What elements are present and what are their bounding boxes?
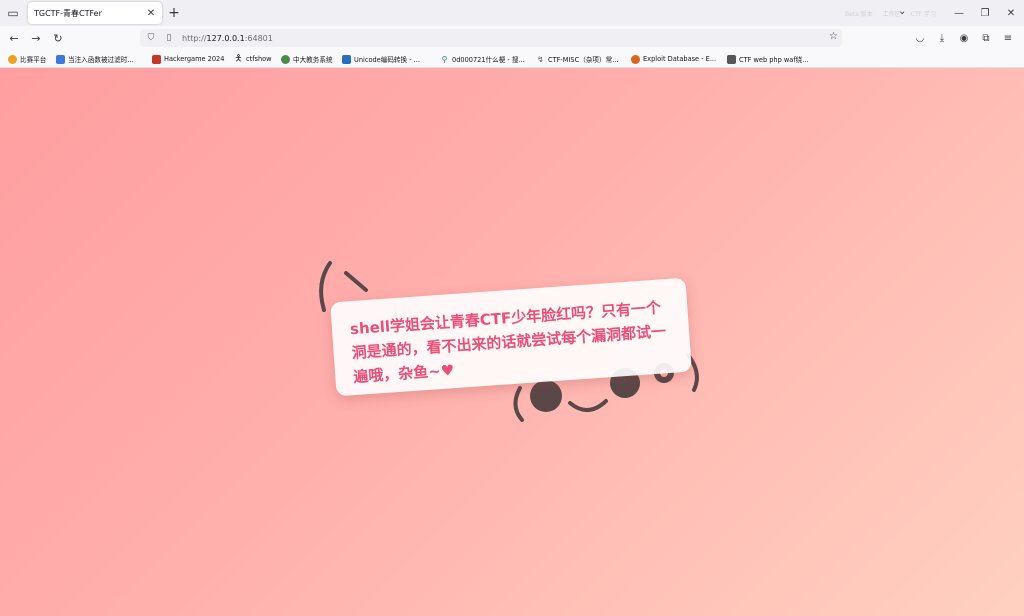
close-tab-icon[interactable]: ✕ [144, 6, 158, 20]
url-port: :64801 [244, 33, 273, 43]
faint-label-3: CTF 学习 [910, 10, 936, 18]
bookmark-label: ctfshow [246, 55, 272, 63]
bookmark-item[interactable]: 🯅 ctfshow [234, 53, 272, 65]
tab-strip: ▭ TGCTF-青春CTFer ✕ + ⌄ Beta 版本 工作区 CTF 学习… [0, 0, 1024, 26]
csdn-icon: ↯ [537, 54, 544, 64]
blue-square-icon [56, 54, 65, 64]
list-all-tabs-icon[interactable]: ▭ [4, 4, 22, 22]
forward-icon[interactable]: → [28, 30, 44, 46]
page-content: shell学姐会让青春CTF少年脸红吗？只有一个洞是通的，看不出来的话就尝试每个… [0, 68, 1024, 616]
bookmark-label: CTF web php waf绕... [739, 56, 809, 64]
bookmark-item[interactable]: Unicode编码转换 - ... [342, 53, 420, 65]
restore-icon[interactable]: ❐ [972, 0, 998, 26]
bookmark-label: CTF-MISC（杂项）常... [548, 56, 619, 64]
faint-label-1: Beta 版本 [845, 10, 873, 18]
url-host: 127.0.0.1 [206, 33, 245, 43]
tab-title: TGCTF-青春CTFer [34, 8, 102, 18]
bookmark-item[interactable]: ⚲ 0d000721什么梗 - 搜... [440, 53, 525, 65]
window-controls: Beta 版本 工作区 CTF 学习 — ❐ ✕ [845, 0, 1024, 26]
new-tab-button[interactable]: + [166, 5, 182, 21]
extensions-icon[interactable]: ⧉ [978, 30, 994, 46]
close-window-icon[interactable]: ✕ [998, 0, 1024, 26]
reload-icon[interactable]: ↻ [50, 30, 66, 46]
bookmark-item[interactable]: Exploit Database - E... [631, 53, 716, 65]
url-prefix: http:// [182, 33, 207, 43]
bookmark-item[interactable]: ↯ CTF-MISC（杂项）常... [536, 53, 618, 65]
bookmark-label: Hackergame 2024 [164, 55, 225, 63]
bookmark-label: Unicode编码转换 - ... [354, 56, 420, 64]
faint-label-2: 工作区 [882, 10, 901, 18]
runner-icon: 🯅 [234, 53, 243, 64]
minimize-icon[interactable]: — [946, 0, 972, 26]
bookmark-label: 中大教务系统 [293, 56, 333, 64]
bookmarks-bar: 比赛平台 当注入函数被过滤时... Hackergame 2024 🯅 ctfsh… [0, 50, 1024, 68]
cnblogs-icon [727, 54, 736, 64]
url-bar[interactable]: ⛉ ▯ http://127.0.0.1:64801 ☆ [140, 29, 842, 47]
bookmark-star-icon[interactable]: ☆ [829, 31, 838, 42]
bookmark-item[interactable]: 当注入函数被过滤时... [56, 53, 134, 65]
pocket-icon[interactable]: ◡ [912, 30, 928, 46]
download-icon[interactable]: ⤓ [934, 30, 950, 46]
page-icon[interactable]: ▯ [162, 31, 176, 45]
bookmark-label: 比赛平台 [20, 56, 47, 64]
shield-icon[interactable]: ⛉ [144, 31, 158, 45]
bookmark-item[interactable]: Hackergame 2024 [152, 53, 224, 65]
exploit-db-icon [631, 54, 640, 64]
message-text: shell学姐会让青春CTF少年脸红吗？只有一个洞是通的，看不出来的话就尝试每个… [349, 298, 667, 387]
bookmark-item[interactable]: 中大教务系统 [281, 53, 333, 65]
bookmark-item[interactable]: CTF web php waf绕... [727, 53, 809, 65]
account-icon[interactable]: ◉ [956, 30, 972, 46]
bookmark-label: 当注入函数被过滤时... [68, 56, 134, 64]
bookmark-label: 0d000721什么梗 - 搜... [452, 56, 525, 64]
hackergame-icon [152, 54, 161, 64]
search-icon: ⚲ [441, 54, 448, 64]
url-text[interactable]: http://127.0.0.1:64801 [182, 34, 273, 43]
toolbar-right: ◡ ⤓ ◉ ⧉ ≡ [912, 30, 1016, 46]
menu-icon[interactable]: ≡ [1000, 30, 1016, 46]
green-circle-icon [281, 54, 290, 64]
tab-active[interactable]: TGCTF-青春CTFer ✕ [28, 2, 162, 24]
unicode-icon [342, 54, 351, 64]
orange-circle-icon [8, 54, 17, 64]
back-icon[interactable]: ← [6, 30, 22, 46]
bookmark-label: Exploit Database - E... [643, 55, 717, 63]
navigation-bar: ← → ↻ ⛉ ▯ http://127.0.0.1:64801 ☆ ◡ ⤓ ◉… [0, 26, 1024, 50]
bookmark-item[interactable]: 比赛平台 [8, 53, 46, 65]
